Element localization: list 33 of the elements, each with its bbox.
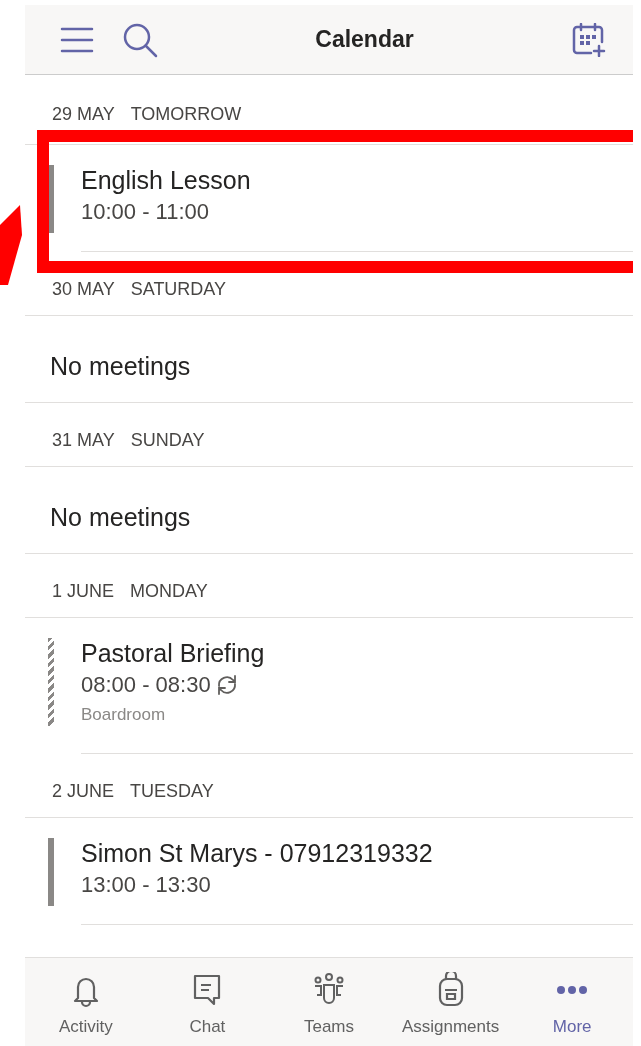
nav-tab[interactable]: Activity xyxy=(25,958,147,1046)
date-label: 2 JUNE xyxy=(52,781,114,801)
event-title: Simon St Marys - 07912319332 xyxy=(81,838,434,868)
day-label: TUESDAY xyxy=(130,781,214,801)
date-label: 29 MAY xyxy=(52,104,115,124)
search-icon[interactable] xyxy=(122,21,158,58)
day-label: TOMORROW xyxy=(130,104,242,124)
date-label: 30 MAY xyxy=(52,279,115,299)
menu-icon[interactable] xyxy=(60,26,94,53)
day-label: SATURDAY xyxy=(130,279,227,299)
event-time: 08:00 - 08:30 xyxy=(81,671,211,699)
event-item[interactable]: Pastoral Briefing 08:00 - 08:30 Boardroom xyxy=(25,618,633,754)
day-label: SUNDAY xyxy=(130,430,205,450)
date-label: 1 JUNE xyxy=(52,581,114,601)
event-title: Pastoral Briefing xyxy=(81,638,266,668)
event-title: English Lesson xyxy=(81,165,252,195)
day-label: MONDAY xyxy=(130,581,208,601)
event-time: 13:00 - 13:30 xyxy=(81,871,211,899)
add-calendar-icon[interactable] xyxy=(571,22,607,57)
event-item[interactable]: English Lesson 10:00 - 11:00 xyxy=(25,145,633,252)
nav-tab[interactable]: Teams xyxy=(268,958,390,1046)
event-time: 10:00 - 11:00 xyxy=(81,198,210,226)
nav-tab[interactable]: Chat xyxy=(146,958,269,1046)
more-icon xyxy=(555,985,590,995)
date-label: 31 MAY xyxy=(52,430,115,450)
event-location: Boardroom xyxy=(81,704,167,726)
arrow-icon xyxy=(0,205,22,285)
no-meetings-text: No meetings xyxy=(25,467,633,554)
page-title: Calendar xyxy=(315,26,414,53)
nav-tab[interactable]: Assignments xyxy=(389,958,512,1046)
no-meetings-text: No meetings xyxy=(25,316,633,403)
event-item[interactable]: Simon St Marys - 07912319332 13:00 - 13:30 xyxy=(25,818,633,925)
nav-tab[interactable]: More xyxy=(511,958,633,1046)
